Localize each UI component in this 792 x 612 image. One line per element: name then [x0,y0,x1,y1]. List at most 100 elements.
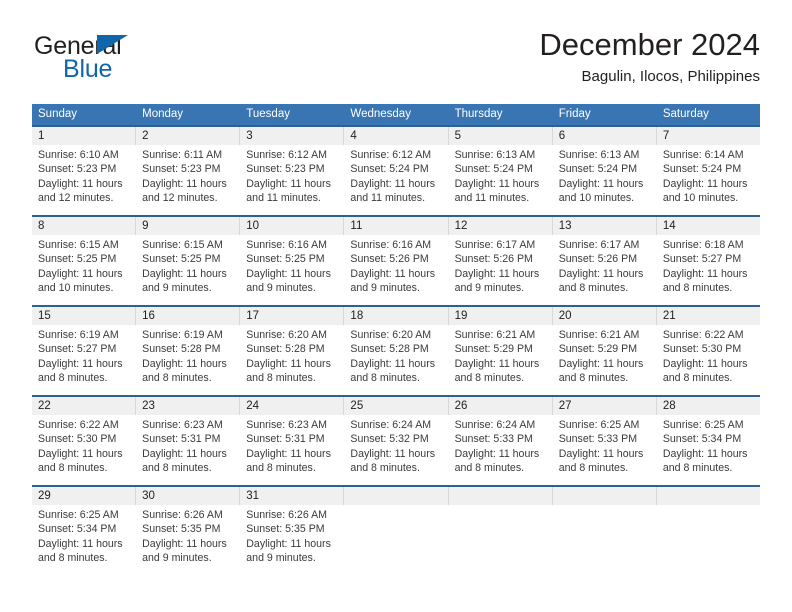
day-number[interactable]: 25 [344,397,449,415]
sunrise-text: Sunrise: 6:23 AM [246,419,327,431]
daylight-text-line1: Daylight: 11 hours [350,447,436,460]
day-number[interactable]: 17 [240,307,345,325]
day-cell[interactable]: Sunrise: 6:25 AM Sunset: 5:33 PM Dayligh… [553,415,657,485]
day-cell[interactable]: Sunrise: 6:15 AM Sunset: 5:25 PM Dayligh… [32,235,137,305]
day-number[interactable]: 12 [449,217,553,235]
daylight-text-line1: Daylight: 11 hours [558,357,644,370]
day-number[interactable]: 2 [136,127,241,145]
day-number[interactable]: 6 [553,127,657,145]
day-number[interactable]: 28 [657,397,760,415]
daylight-text-line2: and 8 minutes. [350,372,420,385]
daylight-text-line2: and 8 minutes. [142,372,212,385]
weekday-header-wednesday: Wednesday [344,104,449,125]
daylight-text-line1: Daylight: 11 hours [558,177,644,190]
sunrise-text: Sunrise: 6:17 AM [454,239,536,251]
day-cell[interactable]: Sunrise: 6:10 AM Sunset: 5:23 PM Dayligh… [32,145,137,215]
weekday-header-sunday: Sunday [32,104,137,125]
day-number[interactable]: 20 [553,307,657,325]
daylight-text-line1: Daylight: 11 hours [142,357,227,370]
day-cell[interactable]: Sunrise: 6:18 AM Sunset: 5:27 PM Dayligh… [657,235,760,305]
day-cell[interactable]: Sunrise: 6:16 AM Sunset: 5:26 PM Dayligh… [344,235,449,305]
sunrise-text: Sunrise: 6:20 AM [350,329,432,341]
week-detail-strip: Sunrise: 6:15 AM Sunset: 5:25 PM Dayligh… [32,235,760,305]
day-cell[interactable]: Sunrise: 6:12 AM Sunset: 5:24 PM Dayligh… [344,145,449,215]
day-number[interactable]: 27 [553,397,657,415]
day-number[interactable]: 22 [32,397,137,415]
day-number[interactable]: 10 [240,217,345,235]
day-number[interactable]: 30 [136,487,241,505]
day-number[interactable]: 11 [344,217,449,235]
sunset-text: Sunset: 5:27 PM [662,253,742,266]
day-number-empty [344,487,449,505]
day-cell[interactable]: Sunrise: 6:20 AM Sunset: 5:28 PM Dayligh… [344,325,449,395]
day-number[interactable]: 23 [136,397,241,415]
daylight-text-line1: Daylight: 11 hours [38,267,123,280]
sunrise-text: Sunrise: 6:26 AM [142,509,223,521]
daylight-text-line1: Daylight: 11 hours [662,357,748,370]
calendar-table: Sunday Monday Tuesday Wednesday Thursday… [32,104,760,575]
day-cell[interactable]: Sunrise: 6:24 AM Sunset: 5:33 PM Dayligh… [449,415,553,485]
day-number[interactable]: 24 [240,397,345,415]
weekday-header-thursday: Thursday [449,104,553,125]
day-cell[interactable]: Sunrise: 6:26 AM Sunset: 5:35 PM Dayligh… [240,505,345,575]
day-number[interactable]: 15 [32,307,137,325]
daylight-text-line1: Daylight: 11 hours [142,267,227,280]
day-number[interactable]: 29 [32,487,137,505]
day-cell[interactable]: Sunrise: 6:15 AM Sunset: 5:25 PM Dayligh… [136,235,241,305]
day-cell[interactable]: Sunrise: 6:19 AM Sunset: 5:28 PM Dayligh… [136,325,241,395]
day-number[interactable]: 14 [657,217,760,235]
brand-logo[interactable]: General Blue [34,32,244,88]
daylight-text-line2: and 8 minutes. [38,462,108,475]
day-cell[interactable]: Sunrise: 6:23 AM Sunset: 5:31 PM Dayligh… [136,415,241,485]
daylight-text-line2: and 12 minutes. [142,192,218,205]
day-cell[interactable]: Sunrise: 6:20 AM Sunset: 5:28 PM Dayligh… [240,325,345,395]
day-number[interactable]: 5 [449,127,553,145]
day-number[interactable]: 9 [136,217,241,235]
daylight-text-line1: Daylight: 11 hours [350,357,436,370]
day-number[interactable]: 8 [32,217,137,235]
sunrise-text: Sunrise: 6:16 AM [246,239,327,251]
daylight-text-line1: Daylight: 11 hours [454,357,540,370]
day-number[interactable]: 13 [553,217,657,235]
daylight-text-line1: Daylight: 11 hours [454,447,540,460]
day-number[interactable]: 31 [240,487,345,505]
day-cell[interactable]: Sunrise: 6:23 AM Sunset: 5:31 PM Dayligh… [240,415,345,485]
day-number[interactable]: 19 [449,307,553,325]
day-cell[interactable]: Sunrise: 6:14 AM Sunset: 5:24 PM Dayligh… [657,145,760,215]
day-cell[interactable]: Sunrise: 6:24 AM Sunset: 5:32 PM Dayligh… [344,415,449,485]
daylight-text-line2: and 9 minutes. [246,552,316,565]
day-cell[interactable]: Sunrise: 6:22 AM Sunset: 5:30 PM Dayligh… [657,325,760,395]
day-cell[interactable]: Sunrise: 6:17 AM Sunset: 5:26 PM Dayligh… [449,235,553,305]
day-number[interactable]: 3 [240,127,345,145]
sunset-text: Sunset: 5:31 PM [142,433,221,446]
day-cell[interactable]: Sunrise: 6:13 AM Sunset: 5:24 PM Dayligh… [449,145,553,215]
day-cell[interactable]: Sunrise: 6:26 AM Sunset: 5:35 PM Dayligh… [136,505,241,575]
day-number[interactable]: 4 [344,127,449,145]
daylight-text-line1: Daylight: 11 hours [246,267,331,280]
day-cell[interactable]: Sunrise: 6:22 AM Sunset: 5:30 PM Dayligh… [32,415,137,485]
day-cell[interactable]: Sunrise: 6:13 AM Sunset: 5:24 PM Dayligh… [553,145,657,215]
daylight-text-line2: and 10 minutes. [558,192,635,205]
day-number[interactable]: 16 [136,307,241,325]
weekday-header-monday: Monday [136,104,241,125]
day-cell[interactable]: Sunrise: 6:21 AM Sunset: 5:29 PM Dayligh… [449,325,553,395]
sunrise-text: Sunrise: 6:19 AM [38,329,119,341]
day-cell[interactable]: Sunrise: 6:12 AM Sunset: 5:23 PM Dayligh… [240,145,345,215]
sunrise-text: Sunrise: 6:18 AM [662,239,744,251]
day-cell[interactable]: Sunrise: 6:21 AM Sunset: 5:29 PM Dayligh… [553,325,657,395]
day-number[interactable]: 18 [344,307,449,325]
day-number[interactable]: 26 [449,397,553,415]
sunrise-text: Sunrise: 6:15 AM [142,239,223,251]
day-number[interactable]: 7 [657,127,760,145]
day-cell[interactable]: Sunrise: 6:11 AM Sunset: 5:23 PM Dayligh… [136,145,241,215]
day-cell[interactable]: Sunrise: 6:25 AM Sunset: 5:34 PM Dayligh… [32,505,137,575]
daylight-text-line1: Daylight: 11 hours [246,447,331,460]
day-cell[interactable]: Sunrise: 6:17 AM Sunset: 5:26 PM Dayligh… [553,235,657,305]
day-number[interactable]: 1 [32,127,137,145]
day-cell[interactable]: Sunrise: 6:16 AM Sunset: 5:25 PM Dayligh… [240,235,345,305]
sunset-text: Sunset: 5:35 PM [142,523,221,536]
day-cell[interactable]: Sunrise: 6:19 AM Sunset: 5:27 PM Dayligh… [32,325,137,395]
day-cell[interactable]: Sunrise: 6:25 AM Sunset: 5:34 PM Dayligh… [657,415,760,485]
day-number-empty [656,487,760,505]
day-number[interactable]: 21 [657,307,760,325]
